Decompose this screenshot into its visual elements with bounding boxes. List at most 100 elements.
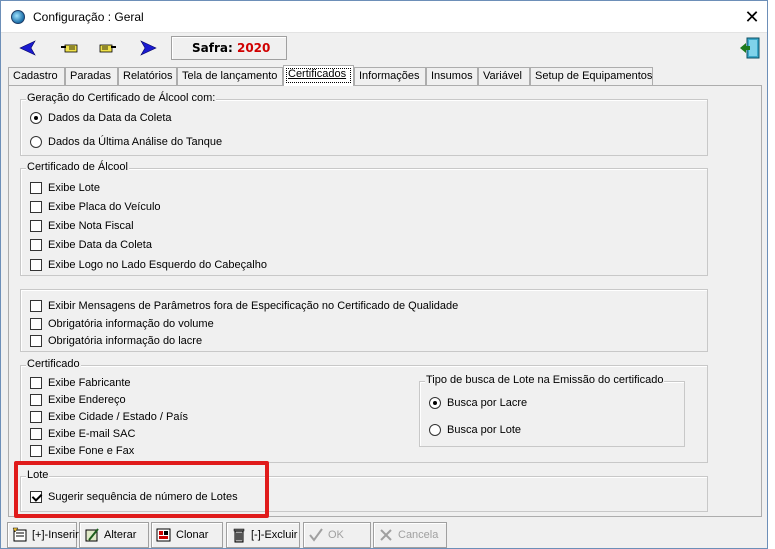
checkbox-label: Exibe Endereço — [48, 394, 126, 406]
edit-icon — [85, 528, 99, 542]
title-bar: Configuração : Geral ✕ — [1, 1, 767, 33]
radio-button[interactable] — [30, 136, 42, 148]
close-button[interactable]: ✕ — [739, 5, 765, 29]
radio-busca-lote[interactable]: Busca por Lote — [429, 423, 521, 437]
checkbox-label: Exibe Lote — [48, 182, 100, 194]
check-exibir-mensagens[interactable]: Exibir Mensagens de Parâmetros fora de E… — [30, 299, 458, 313]
check-exibe-nota-fiscal[interactable]: Exibe Nota Fiscal — [30, 219, 134, 233]
top-toolbar: Safra: 2020 — [1, 34, 767, 62]
certificado-group: Certificado Exibe Fabricante Exibe Ender… — [20, 358, 708, 463]
tab-certificados[interactable]: Certificados — [283, 65, 354, 86]
button-label: Clonar — [176, 529, 209, 541]
last-record-icon[interactable] — [137, 39, 157, 57]
button-label: Alterar — [104, 529, 137, 541]
checkbox-label: Exibe Fabricante — [48, 377, 131, 389]
exit-door-icon[interactable] — [738, 36, 762, 60]
checkbox[interactable] — [30, 377, 42, 389]
cert-alcool-group: Certificado de Álcool Exibe Lote Exibe P… — [20, 161, 708, 276]
button-label: OK — [328, 529, 344, 541]
check-sugerir-sequencia[interactable]: Sugerir sequência de número de Lotes — [30, 490, 238, 504]
previous-record-icon[interactable] — [59, 39, 79, 57]
cancela-button[interactable]: Cancela — [373, 522, 447, 548]
check-icon — [309, 528, 323, 542]
button-label: [-]-Excluir — [251, 529, 298, 541]
radio-label: Dados da Última Análise do Tanque — [48, 136, 223, 148]
check-exibe-fone-fax[interactable]: Exibe Fone e Fax — [30, 444, 134, 458]
checkbox[interactable] — [30, 318, 42, 330]
next-record-icon[interactable] — [98, 39, 118, 57]
insert-icon — [12, 527, 27, 542]
checkbox[interactable] — [30, 491, 42, 503]
checkbox[interactable] — [30, 411, 42, 423]
alterar-button[interactable]: Alterar — [79, 522, 149, 548]
cancel-icon — [380, 529, 392, 541]
tipo-busca-group: Tipo de busca de Lote na Emissão do cert… — [419, 374, 685, 447]
checkbox[interactable] — [30, 201, 42, 213]
tab-tela-de-lancamento[interactable]: Tela de lançamento — [177, 67, 283, 85]
checkbox[interactable] — [30, 428, 42, 440]
check-obrigatoria-lacre[interactable]: Obrigatória informação do lacre — [30, 334, 202, 348]
checkbox[interactable] — [30, 259, 42, 271]
checkbox[interactable] — [30, 394, 42, 406]
radio-button[interactable] — [30, 112, 42, 124]
checkbox[interactable] — [30, 300, 42, 312]
checkbox[interactable] — [30, 182, 42, 194]
tab-paradas[interactable]: Paradas — [65, 67, 118, 85]
app-icon — [11, 10, 25, 24]
tab-insumos[interactable]: Insumos — [426, 67, 478, 85]
radio-busca-lacre[interactable]: Busca por Lacre — [429, 396, 527, 410]
check-exibe-fabricante[interactable]: Exibe Fabricante — [30, 376, 131, 390]
button-label: Cancela — [398, 529, 439, 541]
safra-display: Safra: 2020 — [171, 36, 287, 60]
radio-button[interactable] — [429, 424, 441, 436]
check-exibe-data-coleta[interactable]: Exibe Data da Coleta — [30, 238, 152, 252]
checkbox[interactable] — [30, 220, 42, 232]
radio-button[interactable] — [429, 397, 441, 409]
ok-button[interactable]: OK — [303, 522, 371, 548]
first-record-icon[interactable] — [19, 39, 39, 57]
checkbox[interactable] — [30, 445, 42, 457]
checkbox-label: Exibe Placa do Veículo — [48, 201, 161, 213]
check-exibe-logo[interactable]: Exibe Logo no Lado Esquerdo do Cabeçalho — [30, 258, 267, 272]
tab-cadastro[interactable]: Cadastro — [8, 67, 65, 85]
safra-value: 2020 — [236, 41, 271, 55]
checkbox-label: Exibe E-mail SAC — [48, 428, 136, 440]
checkbox-label: Obrigatória informação do lacre — [48, 335, 203, 347]
check-obrigatoria-volume[interactable]: Obrigatória informação do volume — [30, 317, 214, 331]
check-exibe-email-sac[interactable]: Exibe E-mail SAC — [30, 427, 135, 441]
checkbox[interactable] — [30, 335, 42, 347]
radio-ultima-analise[interactable]: Dados da Última Análise do Tanque — [30, 135, 222, 149]
checkbox-label: Obrigatória informação do volume — [48, 318, 214, 330]
radio-data-coleta[interactable]: Dados da Data da Coleta — [30, 111, 172, 125]
checkbox-label: Exibe Cidade / Estado / País — [48, 411, 189, 423]
check-exibe-endereco[interactable]: Exibe Endereço — [30, 393, 126, 407]
geracao-group: Geração do Certificado de Álcool com: Da… — [20, 92, 708, 156]
tab-relatorios[interactable]: Relatórios — [118, 67, 177, 85]
config-window: Configuração : Geral ✕ Safra: 2020 Cadas… — [0, 0, 768, 549]
trash-icon — [233, 528, 245, 543]
certificados-panel: Geração do Certificado de Álcool com: Da… — [8, 85, 762, 517]
check-exibe-cidade[interactable]: Exibe Cidade / Estado / País — [30, 410, 188, 424]
check-exibe-lote[interactable]: Exibe Lote — [30, 181, 100, 195]
geracao-legend: Geração do Certificado de Álcool com: — [26, 92, 217, 104]
checkbox[interactable] — [30, 239, 42, 251]
excluir-button[interactable]: [-]-Excluir — [226, 522, 300, 548]
checkbox-label: Exibe Nota Fiscal — [48, 220, 134, 232]
lote-group: Lote Sugerir sequência de número de Lote… — [20, 469, 708, 512]
clonar-button[interactable]: Clonar — [151, 522, 223, 548]
lote-legend: Lote — [26, 469, 50, 481]
checkbox-label: Exibe Fone e Fax — [48, 445, 135, 457]
tab-setup-de-equipamentos[interactable]: Setup de Equipamentos — [530, 67, 653, 85]
checkbox-label: Exibe Logo no Lado Esquerdo do Cabeçalho — [48, 259, 267, 271]
checkbox-label: Exibir Mensagens de Parâmetros fora de E… — [48, 300, 459, 312]
tab-informacoes[interactable]: Informações — [354, 67, 426, 85]
button-label: [+]-Inserir — [32, 529, 79, 541]
misc-group: Exibir Mensagens de Parâmetros fora de E… — [20, 289, 708, 352]
clone-icon — [156, 528, 171, 542]
bottom-toolbar: [+]-Inserir Alterar Clonar [-]-Excluir O… — [1, 520, 767, 549]
inserir-button[interactable]: [+]-Inserir — [7, 522, 79, 548]
tipo-busca-legend: Tipo de busca de Lote na Emissão do cert… — [425, 374, 665, 386]
check-exibe-placa[interactable]: Exibe Placa do Veículo — [30, 200, 161, 214]
radio-label: Busca por Lacre — [447, 397, 528, 409]
tab-variavel[interactable]: Variável — [478, 67, 530, 85]
